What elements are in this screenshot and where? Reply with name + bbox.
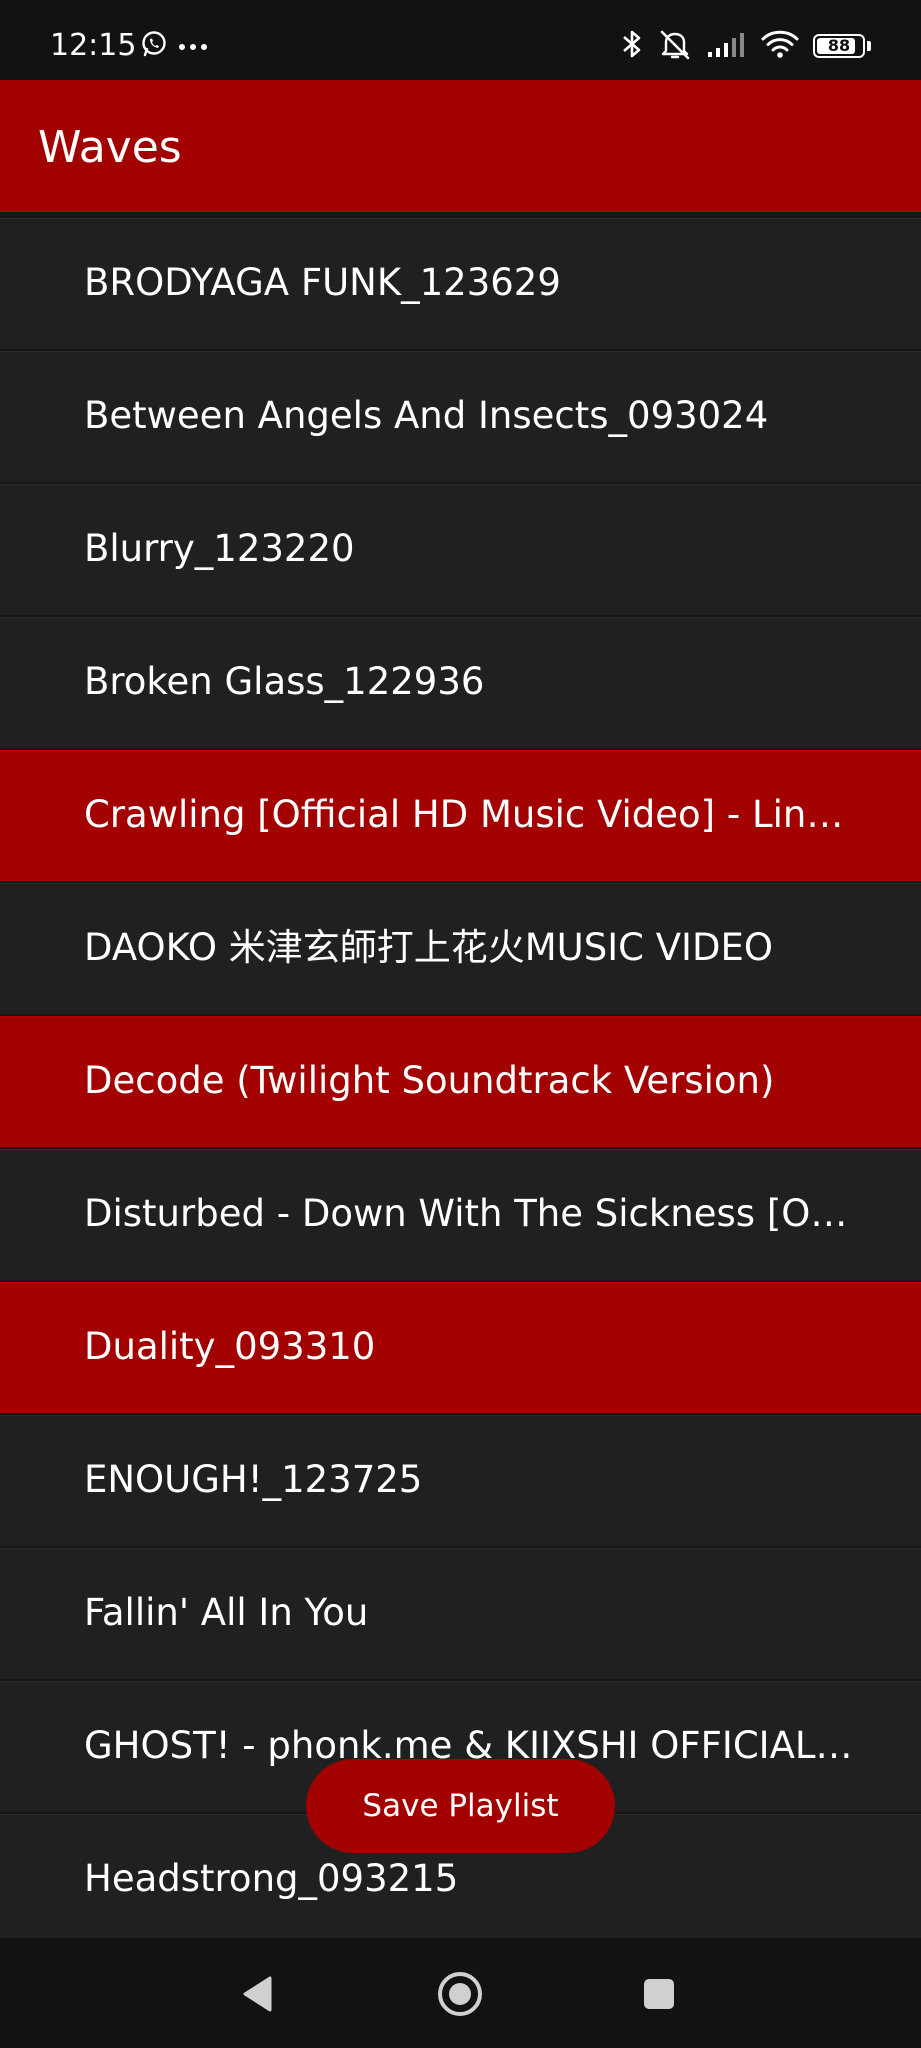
song-title: Duality_093310 xyxy=(84,1325,376,1368)
song-title: Crawling [Official HD Music Video] - Lin… xyxy=(84,793,854,836)
signal-icon xyxy=(707,30,747,62)
song-row[interactable]: ENOUGH!_123725 xyxy=(0,1415,921,1546)
song-title: Disturbed - Down With The Sickness [Offi… xyxy=(84,1192,854,1235)
song-title: Blurry_123220 xyxy=(84,527,355,570)
whatsapp-icon xyxy=(140,30,168,62)
back-icon[interactable] xyxy=(232,1968,284,2020)
song-row[interactable]: Between Angels And Insects_093024 xyxy=(0,351,921,482)
song-row[interactable]: Fallin' All In You xyxy=(0,1548,921,1679)
battery-level: 88 xyxy=(827,36,851,55)
song-row[interactable]: Crawling [Official HD Music Video] - Lin… xyxy=(0,750,921,881)
app-bar: Waves xyxy=(0,80,921,212)
song-row[interactable]: Broken Glass_122936 xyxy=(0,617,921,748)
screen: 12:15 88 Waves BRODYAGA FUNK_123629 Betw… xyxy=(0,0,921,2048)
status-time: 12:15 xyxy=(50,28,137,63)
status-right-icons: 88 xyxy=(621,26,871,66)
battery-nub xyxy=(867,41,871,51)
battery-icon: 88 xyxy=(813,34,865,58)
song-title: BRODYAGA FUNK_123629 xyxy=(84,261,561,304)
recents-icon[interactable] xyxy=(633,1968,685,2020)
song-row[interactable]: Blurry_123220 xyxy=(0,484,921,615)
bluetooth-icon xyxy=(621,28,643,64)
song-title: Decode (Twilight Soundtrack Version) xyxy=(84,1059,775,1102)
song-title: DAOKO 米津玄師打上花火MUSIC VIDEO xyxy=(84,926,773,969)
song-title: ENOUGH!_123725 xyxy=(84,1458,423,1501)
save-playlist-button[interactable]: Save Playlist xyxy=(306,1759,615,1853)
wifi-icon xyxy=(761,29,799,63)
song-row[interactable]: Duality_093310 xyxy=(0,1282,921,1413)
status-bar: 12:15 88 xyxy=(0,0,921,80)
song-row[interactable]: Disturbed - Down With The Sickness [Offi… xyxy=(0,1149,921,1280)
app-title: Waves xyxy=(38,122,182,173)
muted-bell-icon xyxy=(657,28,693,64)
nav-bar xyxy=(0,1938,921,2048)
home-icon[interactable] xyxy=(434,1968,486,2020)
more-dots-icon xyxy=(178,37,208,56)
song-title: Between Angels And Insects_093024 xyxy=(84,394,769,437)
song-title: Broken Glass_122936 xyxy=(84,660,485,703)
song-list: BRODYAGA FUNK_123629 Between Angels And … xyxy=(0,218,921,1947)
status-left-icons xyxy=(140,28,208,64)
song-row[interactable]: Decode (Twilight Soundtrack Version) xyxy=(0,1016,921,1147)
song-row[interactable]: BRODYAGA FUNK_123629 xyxy=(0,218,921,349)
song-row[interactable]: DAOKO 米津玄師打上花火MUSIC VIDEO xyxy=(0,883,921,1014)
song-title: Fallin' All In You xyxy=(84,1591,369,1634)
song-title: Headstrong_093215 xyxy=(84,1857,459,1900)
